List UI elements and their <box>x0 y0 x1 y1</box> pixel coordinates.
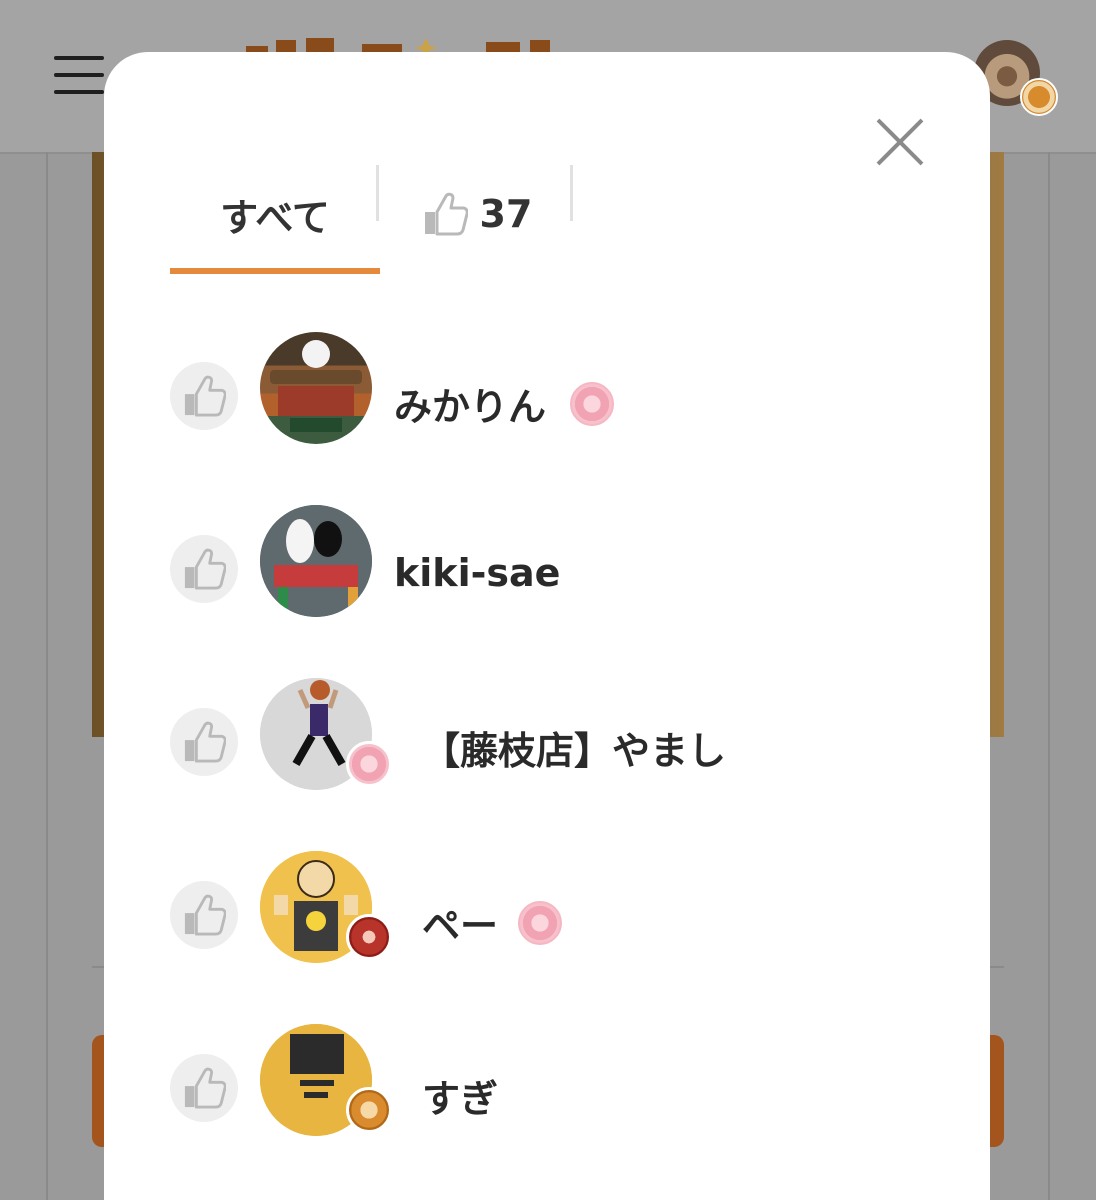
liked-users-list: みかりん kiki-sae 【藤枝店】やまし ペー すぎ <box>170 330 950 1195</box>
avatar[interactable] <box>260 332 372 444</box>
like-count: 37 <box>479 192 533 236</box>
master-badge-icon <box>346 1087 392 1133</box>
like-button[interactable] <box>170 535 238 603</box>
like-button[interactable] <box>170 362 238 430</box>
tab-divider <box>376 165 379 221</box>
thumbs-up-icon <box>184 894 226 936</box>
tab-all[interactable]: すべて <box>170 162 380 274</box>
user-name[interactable]: すぎ <box>422 1068 498 1123</box>
user-name[interactable]: kiki-sae <box>394 551 560 595</box>
award-badge-icon <box>570 382 614 426</box>
user-name[interactable]: ペー <box>422 895 498 950</box>
avatar-image <box>260 505 372 617</box>
like-button[interactable] <box>170 1054 238 1122</box>
list-item[interactable]: kiki-sae <box>170 503 950 676</box>
list-item[interactable]: すぎ <box>170 1022 950 1195</box>
tab-all-label: すべて <box>220 195 330 240</box>
divider <box>46 152 48 1200</box>
tab-divider <box>570 165 573 221</box>
thumbs-up-icon <box>184 1067 226 1109</box>
avatar-image <box>270 340 362 432</box>
thumbs-up-icon <box>184 721 226 763</box>
list-item[interactable]: ペー <box>170 849 950 1022</box>
divider <box>1048 152 1050 1200</box>
user-name[interactable]: 【藤枝店】やまし <box>422 720 726 775</box>
list-item[interactable]: みかりん <box>170 330 950 503</box>
like-button[interactable] <box>170 881 238 949</box>
list-item[interactable]: 【藤枝店】やまし <box>170 676 950 849</box>
avatar[interactable] <box>260 505 372 617</box>
like-button[interactable] <box>170 708 238 776</box>
thumbs-up-icon <box>424 192 468 236</box>
master-badge-icon <box>1020 78 1058 116</box>
user-name[interactable]: みかりん <box>394 376 546 431</box>
award-badge-icon <box>518 901 562 945</box>
likes-modal: すべて 37 みかりん kiki-sae 【藤枝店】やまし ペー すぎ <box>104 52 990 1200</box>
menu-icon[interactable] <box>54 56 104 96</box>
thumbs-up-icon <box>184 548 226 590</box>
award-badge-icon <box>346 741 392 787</box>
thumbs-up-icon <box>184 375 226 417</box>
close-icon[interactable] <box>872 114 928 170</box>
active-tab-indicator <box>170 268 380 274</box>
reaction-tabs: すべて 37 <box>170 162 590 274</box>
tab-likes[interactable]: 37 <box>382 162 572 266</box>
award-badge-icon <box>346 914 392 960</box>
